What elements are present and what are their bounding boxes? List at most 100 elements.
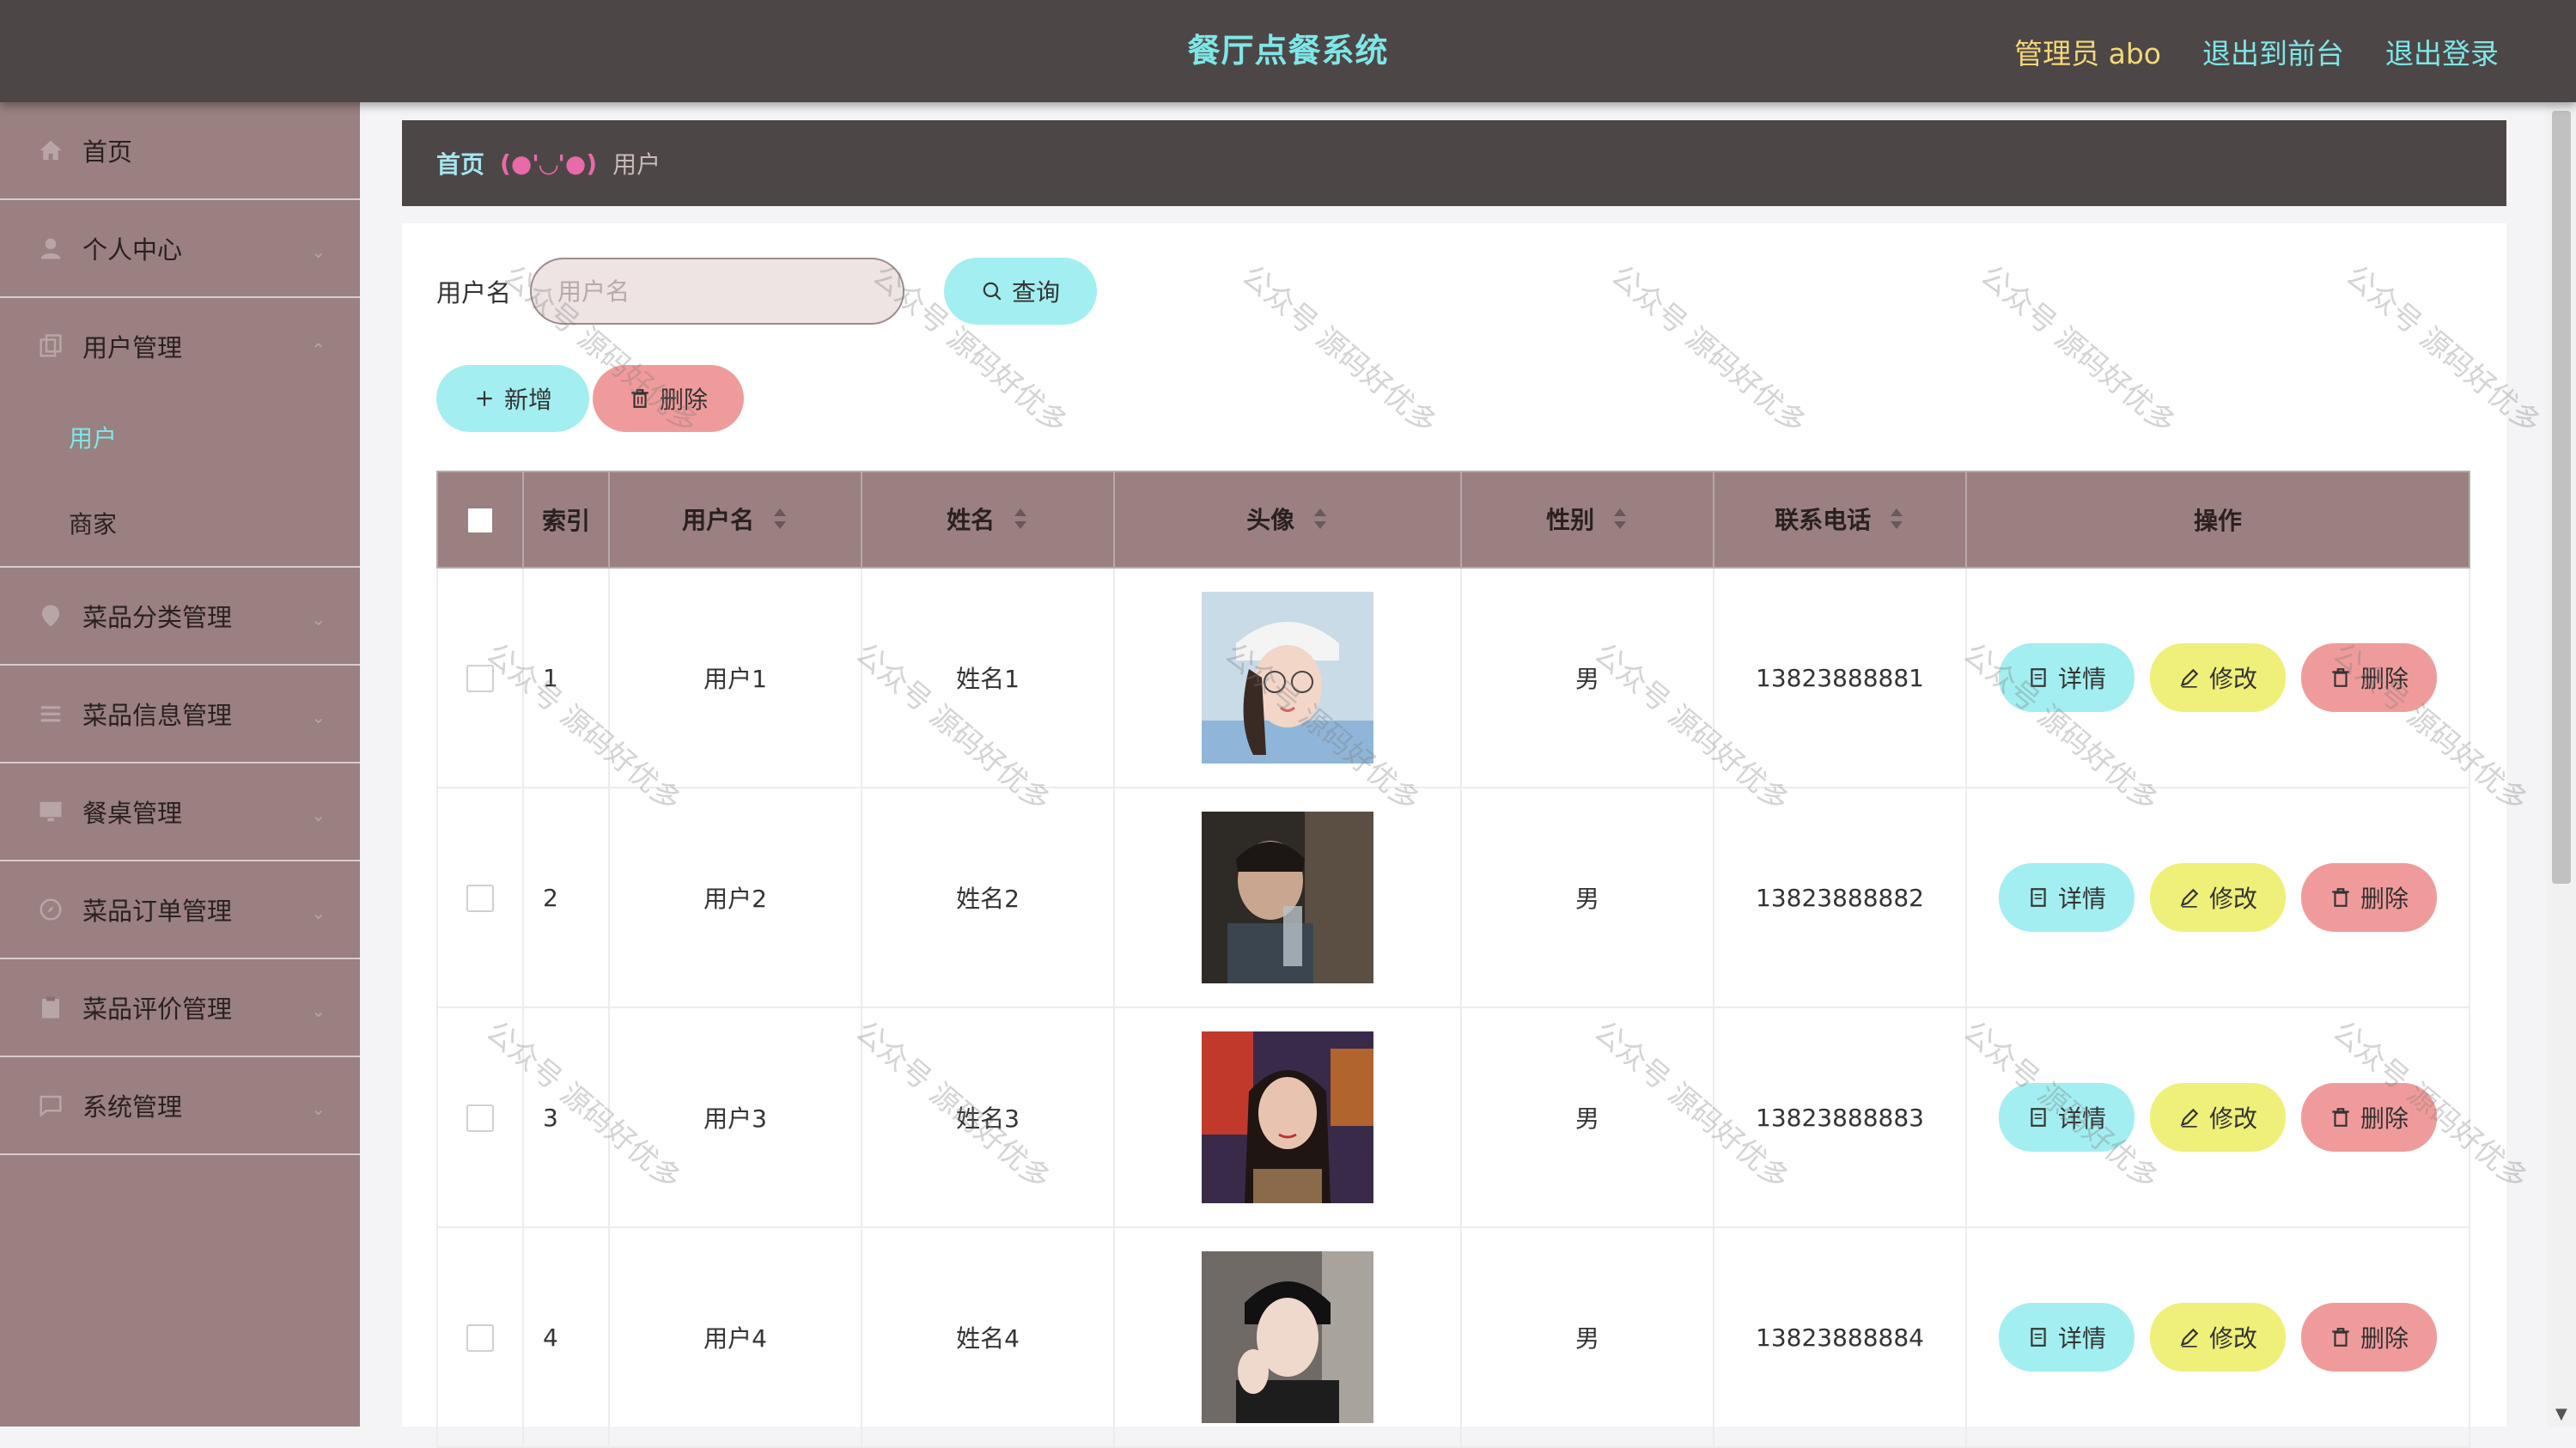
row-actions-cell: 详情 修改 删除 (1965, 787, 2470, 1008)
trash-icon (2329, 1106, 2352, 1129)
trash-icon (629, 387, 651, 410)
detail-button[interactable]: 详情 (1999, 863, 2134, 932)
header-name[interactable]: 姓名 (861, 471, 1115, 569)
sort-icon[interactable] (771, 506, 789, 538)
header-avatar-label: 头像 (1246, 506, 1295, 535)
delete-button-label: 删除 (2360, 885, 2409, 913)
breadcrumb: 首页 (●'◡'●) 用户 (402, 120, 2506, 206)
detail-button[interactable]: 详情 (1999, 643, 2134, 712)
header-operations: 操作 (1965, 471, 2470, 569)
admin-label: 管理员 abo (2014, 36, 2161, 70)
sort-icon[interactable] (1012, 506, 1029, 538)
row-checkbox[interactable] (466, 1104, 494, 1132)
scroll-down-arrow-icon[interactable]: ▼ (2555, 1405, 2567, 1423)
row-phone: 13823888884 (1713, 1226, 1967, 1448)
detail-button[interactable]: 详情 (1999, 1303, 2134, 1372)
sidebar-item-system-management[interactable]: 系统管理 ⌄ (0, 1057, 360, 1155)
header-index: 索引 (522, 471, 610, 569)
row-phone: 13823888883 (1713, 1007, 1967, 1228)
row-checkbox[interactable] (466, 1324, 494, 1352)
sidebar-item-label: 首页 (82, 137, 133, 167)
detail-button[interactable]: 详情 (1999, 1083, 2134, 1152)
username-search-input[interactable] (530, 258, 905, 325)
list-icon (38, 701, 64, 727)
sidebar-item-label: 菜品分类管理 (82, 603, 233, 632)
compass-icon (38, 897, 64, 922)
row-name: 姓名4 (861, 1226, 1115, 1448)
detail-button-label: 详情 (2057, 665, 2106, 693)
sidebar-item-dish-orders[interactable]: 菜品订单管理 ⌄ (0, 861, 360, 959)
user-table: 索引 用户名 姓名 头像 性别 联系电话 操作 1 用户1 姓名1 男 1382… (436, 471, 2470, 1448)
delete-button[interactable]: 删除 (2301, 863, 2437, 932)
query-button[interactable]: 查询 (944, 258, 1098, 325)
edit-button-label: 修改 (2208, 1104, 2257, 1133)
delete-button[interactable]: 删除 (2301, 643, 2437, 712)
table-header-row: 索引 用户名 姓名 头像 性别 联系电话 操作 (436, 471, 2470, 569)
user-management-group: 用户管理 ⌃ 用户 商家 (0, 298, 360, 568)
page-scrollbar[interactable]: ▼ (2547, 102, 2576, 1427)
edit-button[interactable]: 修改 (2150, 1303, 2286, 1372)
row-avatar-cell (1113, 1007, 1462, 1228)
select-all-checkbox[interactable] (466, 507, 494, 534)
edit-button[interactable]: 修改 (2150, 1083, 2286, 1152)
add-button[interactable]: 新增 (436, 365, 589, 432)
sort-icon[interactable] (1312, 506, 1329, 538)
header-avatar[interactable]: 头像 (1113, 471, 1462, 569)
row-name: 姓名3 (861, 1007, 1115, 1228)
row-actions-cell: 详情 修改 删除 (1965, 567, 2470, 788)
sidebar-item-personal-center[interactable]: 个人中心 ⌄ (0, 200, 360, 298)
header-phone[interactable]: 联系电话 (1713, 471, 1967, 569)
scroll-thumb[interactable] (2552, 111, 2571, 884)
chevron-down-icon: ⌄ (311, 903, 326, 923)
breadcrumb-home[interactable]: 首页 (436, 146, 484, 180)
home-icon (38, 137, 64, 163)
sidebar-item-label: 菜品订单管理 (82, 897, 233, 926)
delete-button[interactable]: 删除 (2301, 1083, 2437, 1152)
row-phone: 13823888881 (1713, 567, 1967, 788)
sidebar-item-table-management[interactable]: 餐桌管理 ⌄ (0, 764, 360, 861)
edit-button[interactable]: 修改 (2150, 863, 2286, 932)
chevron-down-icon: ⌄ (311, 1001, 326, 1021)
document-icon (2027, 1326, 2049, 1348)
delete-button[interactable]: 删除 (2301, 1303, 2437, 1372)
delete-button-label: 删除 (2360, 1104, 2409, 1133)
sort-icon[interactable] (1611, 506, 1629, 538)
exit-to-frontend-link[interactable]: 退出到前台 (2202, 31, 2344, 72)
sidebar-item-dish-category[interactable]: 菜品分类管理 ⌄ (0, 568, 360, 666)
document-icon (2027, 666, 2049, 689)
header-username-label: 用户名 (682, 506, 755, 535)
row-index: 4 (522, 1226, 610, 1448)
avatar (1202, 812, 1373, 983)
sort-icon[interactable] (1888, 506, 1905, 538)
top-right-menu: 管理员 abo 退出到前台 退出登录 (2014, 0, 2499, 102)
row-gender: 男 (1460, 567, 1714, 788)
row-gender: 男 (1460, 787, 1714, 1008)
document-icon (2027, 1106, 2049, 1129)
sidebar-item-dish-reviews[interactable]: 菜品评价管理 ⌄ (0, 959, 360, 1057)
sidebar-subitem-merchant[interactable]: 商家 (0, 480, 360, 566)
trash-icon (2329, 886, 2352, 909)
edit-button[interactable]: 修改 (2150, 643, 2286, 712)
avatar (1202, 1251, 1373, 1423)
row-checkbox[interactable] (466, 665, 494, 692)
batch-delete-button[interactable]: 删除 (593, 365, 744, 432)
row-index: 2 (522, 787, 610, 1008)
sidebar-item-home[interactable]: 首页 (0, 102, 360, 200)
header-phone-label: 联系电话 (1775, 506, 1872, 535)
row-username: 用户4 (608, 1226, 862, 1448)
table-row: 4 用户4 姓名4 男 13823888884 详情 修改 删除 (436, 1226, 2470, 1448)
row-checkbox[interactable] (466, 885, 494, 912)
query-button-label: 查询 (1012, 278, 1061, 307)
header-gender[interactable]: 性别 (1460, 471, 1714, 569)
add-button-label: 新增 (503, 386, 552, 414)
row-avatar-cell (1113, 787, 1462, 1008)
sidebar-item-label: 系统管理 (82, 1092, 183, 1122)
document-icon (2027, 886, 2049, 909)
sidebar-item-user-management[interactable]: 用户管理 ⌃ (0, 298, 360, 394)
sidebar-item-dish-info[interactable]: 菜品信息管理 ⌄ (0, 666, 360, 764)
header-gender-label: 性别 (1546, 506, 1595, 535)
sidebar-subitem-user[interactable]: 用户 (0, 394, 360, 480)
header-username[interactable]: 用户名 (608, 471, 862, 569)
pencil-icon (2178, 666, 2201, 689)
logout-link[interactable]: 退出登录 (2385, 31, 2499, 72)
